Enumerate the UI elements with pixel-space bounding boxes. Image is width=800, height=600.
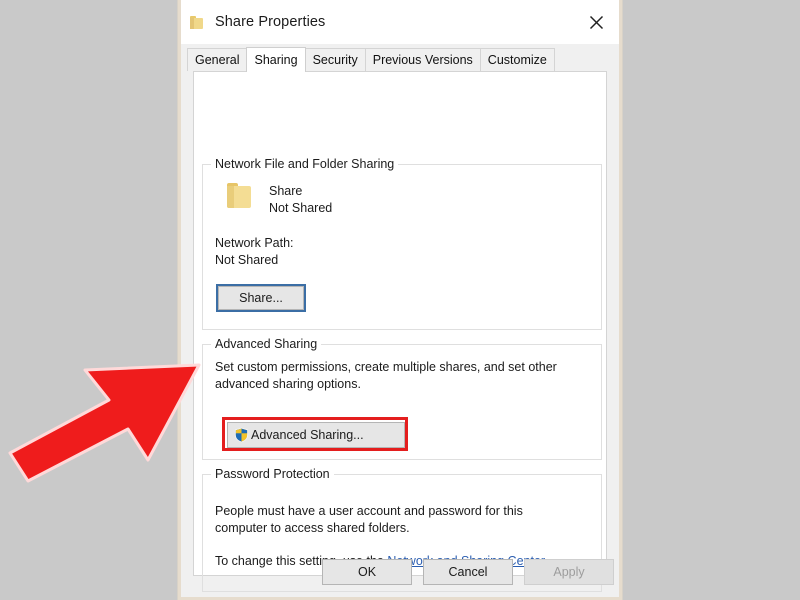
- dialog-footer: OK Cancel Apply: [181, 559, 619, 585]
- advanced-sharing-group: Advanced Sharing Set custom permissions,…: [202, 337, 602, 460]
- folder-icon: [190, 15, 204, 29]
- apply-button: Apply: [524, 559, 614, 585]
- desktop-background: Share Properties General Sharing Securit…: [0, 0, 800, 600]
- cancel-button[interactable]: Cancel: [423, 559, 513, 585]
- sharing-tab-panel: Network File and Folder Sharing Share No…: [193, 71, 607, 592]
- tab-security[interactable]: Security: [304, 48, 366, 71]
- advanced-sharing-description-line1: Set custom permissions, create multiple …: [215, 360, 557, 374]
- close-icon[interactable]: [574, 0, 619, 44]
- network-path-label: Network Path:: [215, 236, 294, 250]
- share-name: Share: [269, 184, 303, 198]
- tab-customize[interactable]: Customize: [479, 48, 555, 71]
- share-summary-row: Share Not Shared: [215, 183, 591, 217]
- advanced-sharing-button-label: Advanced Sharing...: [251, 428, 364, 442]
- password-description-line2: computer to access shared folders.: [215, 521, 410, 535]
- advanced-sharing-legend: Advanced Sharing: [211, 337, 322, 351]
- network-sharing-legend: Network File and Folder Sharing: [211, 157, 399, 171]
- folder-icon-large: [227, 183, 253, 208]
- tab-sharing[interactable]: Sharing: [246, 47, 306, 72]
- share-button[interactable]: Share...: [216, 284, 306, 312]
- password-description-line1: People must have a user account and pass…: [215, 504, 523, 518]
- advanced-sharing-button[interactable]: Advanced Sharing...: [227, 422, 405, 448]
- share-status: Not Shared: [269, 201, 333, 215]
- share-properties-dialog: Share Properties General Sharing Securit…: [178, 0, 622, 600]
- network-file-and-folder-sharing-group: Network File and Folder Sharing Share No…: [202, 157, 602, 330]
- tab-previous-versions[interactable]: Previous Versions: [364, 48, 481, 71]
- tab-general[interactable]: General: [187, 48, 248, 71]
- network-path-value: Not Shared: [215, 253, 279, 267]
- ok-button[interactable]: OK: [322, 559, 412, 585]
- tab-strip: General Sharing Security Previous Versio…: [181, 44, 619, 72]
- advanced-sharing-description-line2: advanced sharing options.: [215, 377, 361, 391]
- window-title: Share Properties: [215, 14, 326, 30]
- password-protection-legend: Password Protection: [211, 467, 334, 481]
- advanced-sharing-highlight-box: Advanced Sharing...: [222, 417, 408, 451]
- title-bar: Share Properties: [181, 0, 619, 44]
- uac-shield-icon: [234, 427, 249, 443]
